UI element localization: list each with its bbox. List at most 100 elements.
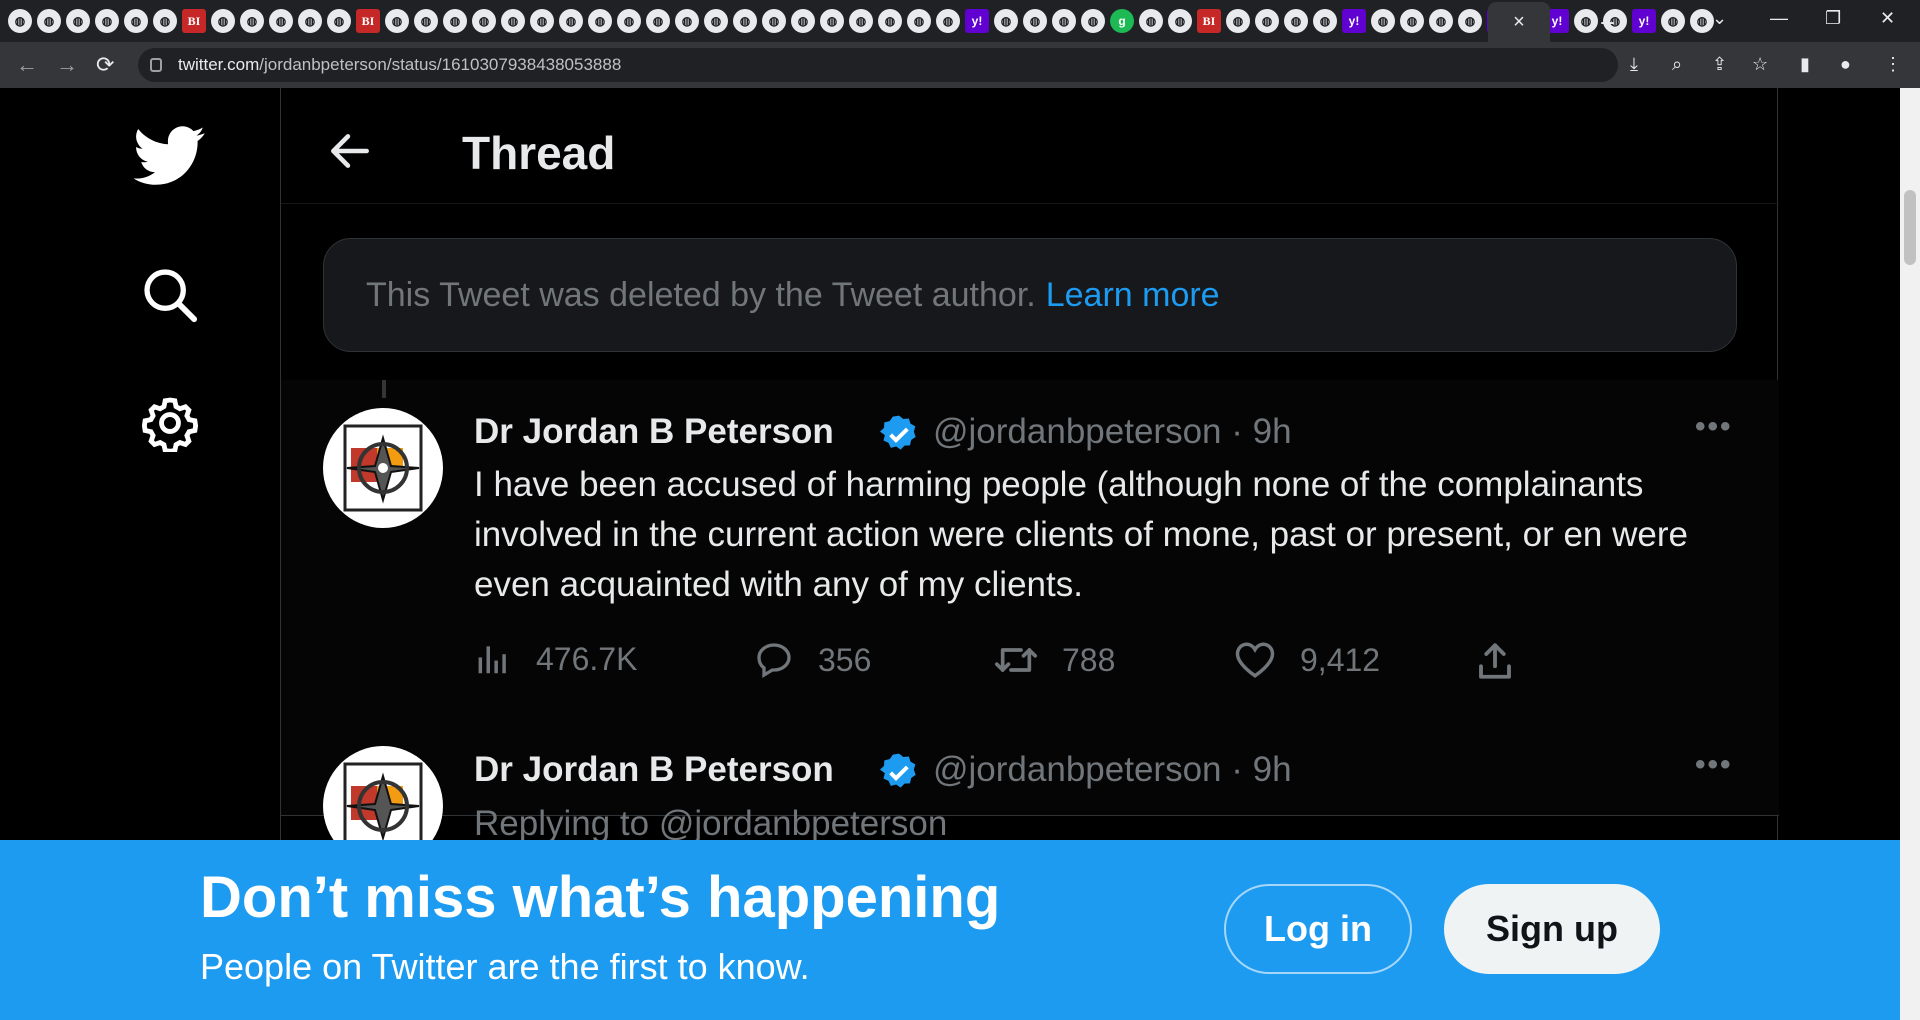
tab-favicon-site[interactable]: ◍ — [95, 9, 119, 33]
reload-icon[interactable]: ⟳ — [96, 52, 114, 78]
login-button[interactable]: Log in — [1224, 884, 1412, 974]
close-tab-icon[interactable]: × — [1513, 11, 1525, 34]
tab-favicon-site[interactable]: ◍ — [414, 9, 438, 33]
tab-favicon-site[interactable]: ◍ — [675, 9, 699, 33]
install-icon[interactable]: ⤓ — [1630, 54, 1638, 75]
more-options-icon[interactable]: ••• — [1695, 410, 1733, 444]
author-name[interactable]: Dr Jordan B Peterson — [474, 750, 834, 790]
tab-favicon-site[interactable]: ◍ — [153, 9, 177, 33]
share-icon[interactable]: ⇪ — [1712, 54, 1727, 75]
profile-icon[interactable]: ● — [1840, 54, 1851, 75]
tweet-time[interactable]: · 9h — [1231, 750, 1291, 789]
tab-favicon-site[interactable]: ◍ — [1371, 9, 1395, 33]
tweet[interactable]: Dr Jordan B Peterson @jordanbpeterson · … — [281, 728, 1779, 866]
learn-more-link[interactable]: Learn more — [1046, 276, 1220, 315]
reply-count: 356 — [818, 641, 872, 678]
tab-favicon-site[interactable]: ◍ — [124, 9, 148, 33]
tab-favicon-y[interactable]: y! — [1342, 9, 1366, 33]
tab-favicon-site[interactable]: ◍ — [385, 9, 409, 33]
new-tab-button[interactable]: + — [1600, 8, 1615, 39]
like-button[interactable]: 9,412 — [1234, 640, 1380, 680]
active-tab[interactable]: × — [1488, 2, 1550, 42]
zoom-icon[interactable]: ⌕ — [1672, 54, 1682, 75]
tab-favicon-site[interactable]: ◍ — [1052, 9, 1076, 33]
tab-favicon-site[interactable]: ◍ — [1023, 9, 1047, 33]
tab-favicon-bi[interactable]: BI — [182, 9, 206, 33]
back-icon[interactable]: ← — [16, 52, 38, 78]
tab-favicon-site[interactable]: ◍ — [646, 9, 670, 33]
tab-favicon-site[interactable]: ◍ — [1458, 9, 1482, 33]
tab-favicon-site[interactable]: ◍ — [994, 9, 1018, 33]
tab-favicon-site[interactable]: ◍ — [588, 9, 612, 33]
more-options-icon[interactable]: ••• — [1695, 748, 1733, 782]
tab-favicon-site[interactable]: ◍ — [762, 9, 786, 33]
tab-favicon-site[interactable]: ◍ — [1690, 9, 1714, 33]
tab-favicon-site[interactable]: ◍ — [791, 9, 815, 33]
tab-favicon-site[interactable]: ◍ — [1574, 9, 1598, 33]
tab-favicon-bi[interactable]: BI — [1197, 9, 1221, 33]
tab-favicon-site[interactable]: ◍ — [240, 9, 264, 33]
tab-favicon-globe[interactable]: ◍ — [8, 9, 32, 33]
tab-favicon-site[interactable]: ◍ — [1081, 9, 1105, 33]
back-arrow-icon[interactable] — [325, 126, 375, 181]
tab-favicon-site[interactable]: ◍ — [559, 9, 583, 33]
avatar[interactable] — [323, 408, 443, 528]
tab-favicon-bi[interactable]: BI — [356, 9, 380, 33]
tab-favicon-site[interactable]: ◍ — [1400, 9, 1424, 33]
author-handle[interactable]: @jordanbpeterson · 9h — [933, 750, 1292, 790]
author-name[interactable]: Dr Jordan B Peterson — [474, 412, 834, 452]
tab-favicon-site[interactable]: ◍ — [849, 9, 873, 33]
replying-to[interactable]: Replying to @jordanbpeterson — [474, 804, 947, 844]
tab-favicon-site[interactable]: ◍ — [907, 9, 931, 33]
tab-favicon-site[interactable]: ◍ — [443, 9, 467, 33]
maximize-icon[interactable]: ❐ — [1825, 8, 1841, 29]
tab-favicon-site[interactable]: ◍ — [617, 9, 641, 33]
tab-favicon-site[interactable]: ◍ — [1255, 9, 1279, 33]
tab-favicon-y[interactable]: y! — [965, 9, 989, 33]
reply-button[interactable]: 356 — [754, 640, 871, 680]
scrollbar-thumb[interactable] — [1904, 190, 1916, 265]
search-icon[interactable] — [130, 266, 210, 324]
signup-button[interactable]: Sign up — [1444, 884, 1660, 974]
tab-favicon-site[interactable]: ◍ — [66, 9, 90, 33]
forward-icon[interactable]: → — [56, 52, 78, 78]
lock-icon[interactable] — [150, 58, 162, 72]
settings-icon[interactable] — [130, 394, 210, 452]
tab-favicon-site[interactable]: ◍ — [733, 9, 757, 33]
views-button[interactable]: 476.7K — [474, 640, 637, 678]
tab-favicon-site[interactable]: ◍ — [1661, 9, 1685, 33]
tab-favicon-site[interactable]: ◍ — [501, 9, 525, 33]
tab-favicon-site[interactable]: ◍ — [820, 9, 844, 33]
tab-favicon-site[interactable]: ◍ — [936, 9, 960, 33]
tweet-time[interactable]: · 9h — [1231, 412, 1291, 451]
heart-icon — [1235, 642, 1275, 678]
minimize-icon[interactable]: — — [1770, 8, 1788, 29]
tab-favicon-site[interactable]: ◍ — [269, 9, 293, 33]
tab-favicon-site[interactable]: ◍ — [211, 9, 235, 33]
twitter-logo-icon[interactable] — [130, 126, 210, 186]
tab-favicon-site[interactable]: ◍ — [878, 9, 902, 33]
address-bar[interactable]: twitter.com/jordanbpeterson/status/16103… — [138, 48, 1618, 82]
tab-favicon-site[interactable]: ◍ — [704, 9, 728, 33]
tab-favicon-site[interactable]: ◍ — [1429, 9, 1453, 33]
tab-favicon-site[interactable]: ◍ — [1313, 9, 1337, 33]
tab-favicon-site[interactable]: ◍ — [530, 9, 554, 33]
share-button[interactable] — [1474, 640, 1516, 682]
side-panel-icon[interactable]: ▮ — [1800, 54, 1810, 75]
bookmark-star-icon[interactable]: ☆ — [1752, 54, 1768, 75]
tab-favicon-y[interactable]: y! — [1632, 9, 1656, 33]
tab-search-icon[interactable]: ⌄ — [1712, 8, 1727, 29]
menu-icon[interactable]: ⋮ — [1884, 54, 1902, 75]
tab-favicon-site[interactable]: ◍ — [1226, 9, 1250, 33]
tab-favicon-site[interactable]: ◍ — [1139, 9, 1163, 33]
author-handle[interactable]: @jordanbpeterson · 9h — [933, 412, 1292, 452]
tab-favicon-site[interactable]: ◍ — [472, 9, 496, 33]
tab-favicon-site[interactable]: ◍ — [1284, 9, 1308, 33]
tab-favicon-site[interactable]: ◍ — [37, 9, 61, 33]
tab-favicon-site[interactable]: ◍ — [1168, 9, 1192, 33]
tab-favicon-site[interactable]: ◍ — [298, 9, 322, 33]
tab-favicon-site[interactable]: ◍ — [327, 9, 351, 33]
retweet-button[interactable]: 788 — [994, 640, 1115, 680]
tab-favicon-g[interactable]: g — [1110, 9, 1134, 33]
close-window-icon[interactable]: ✕ — [1880, 8, 1895, 29]
